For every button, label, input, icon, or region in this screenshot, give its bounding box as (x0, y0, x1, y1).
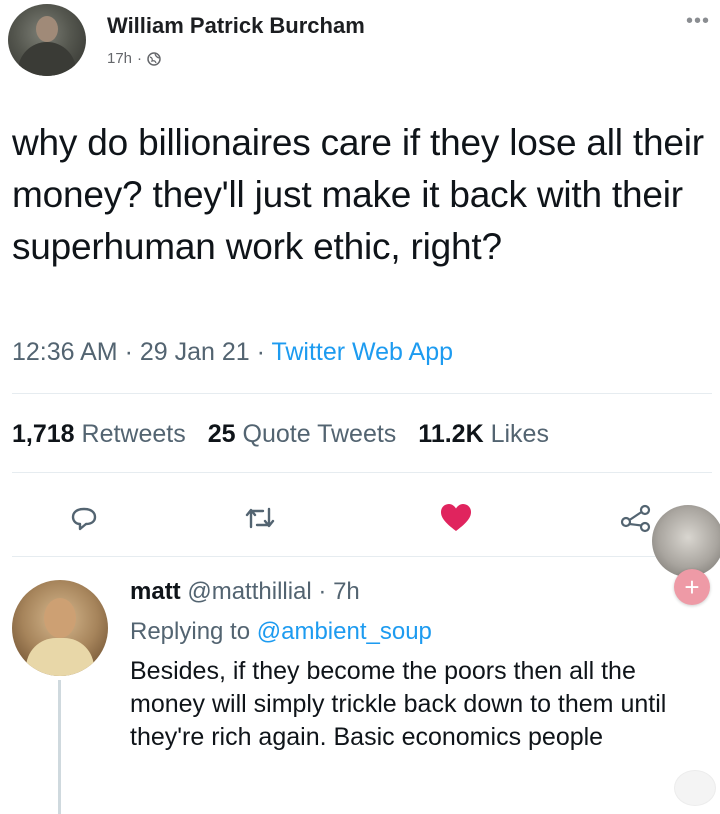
heart-icon[interactable] (436, 498, 476, 538)
thread-line (58, 680, 61, 814)
quotes-label: Quote Tweets (242, 420, 397, 448)
tweet-text: why do billionaires care if they lose al… (12, 122, 704, 267)
likes-label: Likes (490, 420, 549, 448)
avatar-face (44, 598, 76, 638)
likes-count: 11.2K (418, 420, 484, 448)
likes-stat[interactable]: 11.2K Likes (418, 420, 549, 449)
replying-mention[interactable]: @ambient_soup (257, 618, 432, 645)
reply-handle[interactable]: @matthillial (187, 578, 311, 605)
post-time[interactable]: 17h (107, 50, 132, 67)
meta-separator: · (137, 50, 143, 67)
avatar-body (18, 42, 76, 76)
tweet-timestamp: 12:36 AM · 29 Jan 21 · Twitter Web App (12, 338, 453, 367)
reply-header: matt @matthillial · 7h (130, 578, 360, 606)
replying-to: Replying to @ambient_soup (130, 618, 432, 646)
reply-name[interactable]: matt (130, 578, 181, 605)
avatar-body (26, 638, 94, 676)
reply-icon[interactable] (64, 498, 104, 538)
reply-time: · 7h (318, 578, 360, 605)
author-avatar[interactable] (8, 4, 86, 76)
add-button[interactable]: + (674, 569, 710, 605)
more-options-icon[interactable]: ••• (686, 10, 710, 33)
reply-avatar[interactable] (12, 580, 108, 676)
quotes-count: 25 (207, 420, 236, 448)
replying-prefix: Replying to (130, 618, 251, 645)
share-icon[interactable] (616, 498, 656, 538)
divider (12, 393, 712, 394)
divider (12, 556, 712, 557)
divider (12, 472, 712, 473)
retweets-label: Retweets (81, 420, 186, 448)
chat-head-avatar[interactable] (652, 505, 720, 577)
tweet-stats: 1,718 Retweets 25 Quote Tweets 11.2K Lik… (12, 420, 549, 449)
author-name[interactable]: William Patrick Burcham (107, 13, 365, 39)
avatar-head (36, 16, 58, 42)
chat-bubble-icon[interactable] (674, 770, 716, 806)
quotes-stat[interactable]: 25 Quote Tweets (208, 420, 397, 449)
retweets-stat[interactable]: 1,718 Retweets (12, 420, 186, 449)
retweets-count: 1,718 (12, 420, 75, 448)
tweet-source[interactable]: Twitter Web App (271, 338, 453, 366)
retweet-icon[interactable] (240, 498, 280, 538)
globe-icon (147, 51, 161, 66)
post-meta: 17h · (107, 50, 161, 67)
tweet-time: 12:36 AM · 29 Jan 21 · (12, 338, 272, 366)
reply-text: Besides, if they become the poors then a… (130, 657, 667, 751)
